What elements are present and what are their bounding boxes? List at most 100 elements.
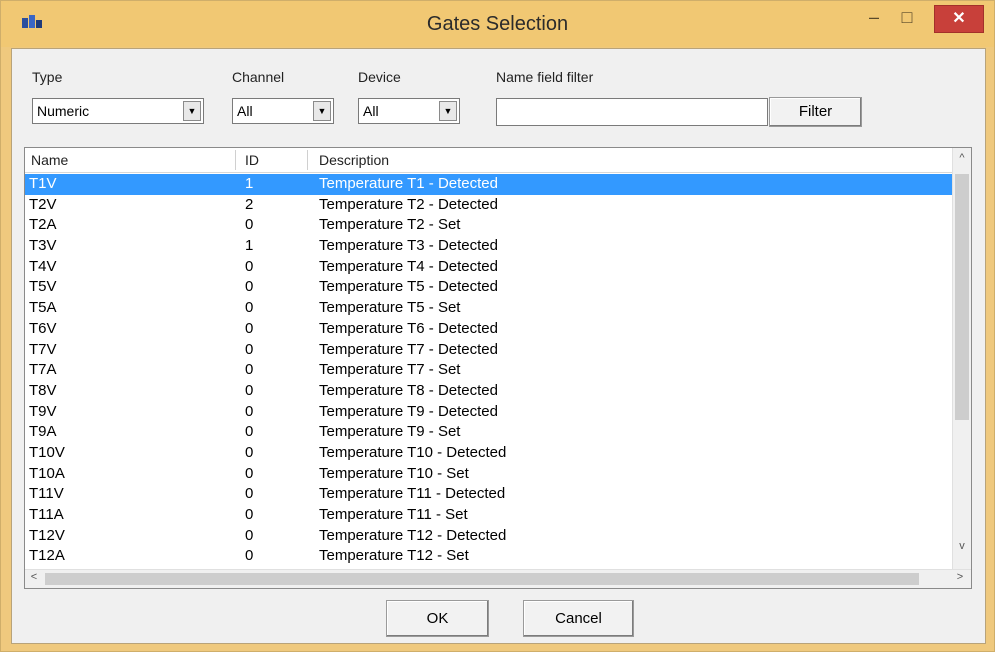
- row-description: Temperature T10 - Set: [319, 464, 469, 482]
- row-name: T8V: [29, 381, 57, 399]
- row-description: Temperature T11 - Detected: [319, 485, 506, 503]
- scroll-down-icon[interactable]: v: [953, 540, 971, 552]
- row-description: Temperature T7 - Set: [319, 361, 461, 379]
- row-id: 0: [245, 547, 254, 565]
- chevron-down-icon[interactable]: ▼: [183, 101, 201, 121]
- row-name: T12V: [29, 526, 65, 544]
- gates-list[interactable]: Name ID Description T1V 1 Temperature T1 -…: [24, 147, 972, 589]
- name-filter-input[interactable]: [496, 98, 768, 126]
- table-row[interactable]: T5A 0 Temperature T5 - Set: [25, 298, 955, 319]
- horizontal-scroll-thumb[interactable]: [45, 573, 919, 585]
- row-description: Temperature T12 - Detected: [319, 526, 507, 544]
- row-id: 0: [245, 257, 254, 275]
- row-description: Temperature T1 - Detected: [319, 175, 498, 192]
- minimize-button[interactable]: –: [858, 7, 890, 29]
- title-bar[interactable]: Gates Selection – □ ✕: [1, 1, 994, 47]
- table-row[interactable]: T3V 1 Temperature T3 - Detected: [25, 236, 955, 257]
- row-name: T9A: [29, 423, 57, 441]
- close-button[interactable]: ✕: [934, 5, 984, 33]
- row-id: 0: [245, 361, 254, 379]
- row-name: T5V: [29, 278, 57, 296]
- row-description: Temperature T9 - Set: [319, 423, 461, 441]
- table-row[interactable]: T12A 0 Temperature T12 - Set: [25, 546, 955, 567]
- table-row[interactable]: T12V 0 Temperature T12 - Detected: [25, 526, 955, 547]
- row-id: 0: [245, 299, 254, 317]
- maximize-button[interactable]: □: [891, 7, 923, 29]
- table-row[interactable]: T9V 0 Temperature T9 - Detected: [25, 402, 955, 423]
- channel-label: Channel: [232, 69, 285, 85]
- device-label: Device: [358, 69, 401, 85]
- vertical-scroll-thumb[interactable]: [955, 174, 969, 420]
- row-description: Temperature T5 - Detected: [319, 278, 498, 296]
- table-row[interactable]: T1V 1 Temperature T1 - Detected: [25, 174, 955, 195]
- table-row[interactable]: T7A 0 Temperature T7 - Set: [25, 360, 955, 381]
- row-description: Temperature T3 - Detected: [319, 237, 498, 255]
- table-row[interactable]: T6V 0 Temperature T6 - Detected: [25, 319, 955, 340]
- channel-select[interactable]: All ▼: [232, 98, 334, 124]
- row-description: Temperature T8 - Detected: [319, 381, 498, 399]
- type-select[interactable]: Numeric ▼: [32, 98, 204, 124]
- table-row[interactable]: T4V 0 Temperature T4 - Detected: [25, 257, 955, 278]
- table-row[interactable]: T11V 0 Temperature T11 - Detected: [25, 484, 955, 505]
- horizontal-scrollbar[interactable]: < >: [25, 569, 971, 588]
- row-id: 0: [245, 485, 254, 503]
- row-description: Temperature T5 - Set: [319, 299, 461, 317]
- row-description: Temperature T7 - Detected: [319, 340, 498, 358]
- row-id: 1: [245, 237, 254, 255]
- channel-select-value: All: [237, 103, 253, 119]
- row-name: T10A: [29, 464, 65, 482]
- cancel-button[interactable]: Cancel: [523, 600, 634, 637]
- row-id: 0: [245, 506, 254, 523]
- window-title: Gates Selection: [426, 13, 569, 35]
- dialog-body: Type Numeric ▼ Channel All ▼ Device All …: [11, 48, 986, 644]
- row-id: 2: [245, 195, 254, 213]
- device-select-value: All: [363, 103, 379, 119]
- row-id: 0: [245, 381, 254, 399]
- row-id: 0: [245, 443, 254, 461]
- row-name: T2V: [29, 195, 57, 213]
- ok-button[interactable]: OK: [386, 600, 489, 637]
- vertical-scrollbar[interactable]: ^ v: [952, 148, 971, 572]
- column-header-description[interactable]: Description: [319, 152, 389, 168]
- chevron-down-icon[interactable]: ▼: [439, 101, 457, 121]
- row-description: Temperature T4 - Detected: [319, 257, 498, 275]
- row-description: Temperature T9 - Detected: [319, 402, 498, 420]
- row-description: Temperature T2 - Detected: [319, 195, 498, 213]
- table-row[interactable]: T2A 0 Temperature T2 - Set: [25, 215, 955, 236]
- device-select[interactable]: All ▼: [358, 98, 460, 124]
- row-id: 0: [245, 319, 254, 337]
- scroll-right-icon[interactable]: >: [951, 571, 969, 583]
- table-row[interactable]: T10V 0 Temperature T10 - Detected: [25, 443, 955, 464]
- table-row[interactable]: T9A 0 Temperature T9 - Set: [25, 422, 955, 443]
- row-id: 0: [245, 526, 254, 544]
- row-name: T12A: [29, 547, 65, 565]
- table-row[interactable]: T7V 0 Temperature T7 - Detected: [25, 340, 955, 361]
- table-row[interactable]: T5V 0 Temperature T5 - Detected: [25, 277, 955, 298]
- row-description: Temperature T6 - Detected: [319, 319, 498, 337]
- row-id: 0: [245, 216, 254, 234]
- row-name: T11V: [29, 485, 64, 503]
- table-row[interactable]: T10A 0 Temperature T10 - Set: [25, 464, 955, 485]
- type-label: Type: [32, 69, 63, 85]
- column-header-name[interactable]: Name: [31, 152, 68, 168]
- table-row[interactable]: T8V 0 Temperature T8 - Detected: [25, 381, 955, 402]
- table-row[interactable]: T2V 2 Temperature T2 - Detected: [25, 195, 955, 216]
- row-name: T5A: [29, 299, 57, 317]
- list-rows: T1V 1 Temperature T1 - Detected T2V 2 Tempera…: [25, 174, 955, 567]
- column-divider[interactable]: [307, 150, 308, 170]
- column-divider[interactable]: [235, 150, 236, 170]
- column-header-id[interactable]: ID: [245, 152, 259, 168]
- row-name: T6V: [29, 319, 57, 337]
- row-description: Temperature T10 - Detected: [319, 443, 507, 461]
- dialog-window: Gates Selection – □ ✕ Type Numeric ▼ Cha…: [0, 0, 995, 652]
- filter-button[interactable]: Filter: [769, 97, 862, 127]
- scroll-up-icon[interactable]: ^: [953, 152, 971, 164]
- row-id: 0: [245, 340, 254, 358]
- row-name: T9V: [29, 402, 57, 420]
- table-row[interactable]: T11A 0 Temperature T11 - Set: [25, 505, 955, 526]
- row-id: 0: [245, 278, 254, 296]
- row-id: 0: [245, 402, 254, 420]
- chevron-down-icon[interactable]: ▼: [313, 101, 331, 121]
- row-name: T1V: [29, 175, 57, 192]
- scroll-left-icon[interactable]: <: [25, 571, 43, 583]
